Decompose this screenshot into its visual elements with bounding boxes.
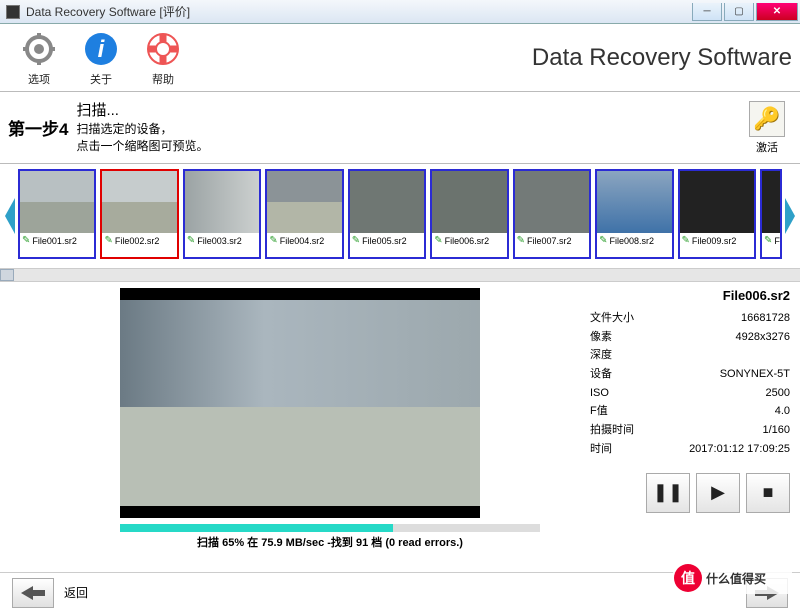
- stop-button[interactable]: ■: [746, 473, 790, 513]
- thumbnail-filename: File007.sr2: [527, 236, 572, 246]
- thumbnail-scrollbar[interactable]: [0, 268, 800, 282]
- thumbnail-image: [102, 171, 176, 233]
- window-title: Data Recovery Software [评价]: [26, 3, 190, 20]
- play-button[interactable]: ▶: [696, 473, 740, 513]
- thumbnail[interactable]: ✎F: [760, 169, 782, 259]
- metadata-value: 16681728: [741, 309, 790, 328]
- pencil-icon: ✎: [682, 235, 690, 246]
- metadata-row: 拍摄时间 1/160: [590, 421, 790, 440]
- step-label: 第一步4: [8, 115, 68, 140]
- metadata-key: F值: [590, 402, 608, 421]
- metadata-row: 文件大小 16681728: [590, 309, 790, 328]
- metadata-row: 设备 SONYNEX-5T: [590, 365, 790, 384]
- lifebuoy-icon: [143, 29, 183, 69]
- thumbnail[interactable]: ✎File002.sr2: [100, 169, 178, 259]
- thumbnail[interactable]: ✎File007.sr2: [513, 169, 591, 259]
- thumbnail[interactable]: ✎File008.sr2: [595, 169, 673, 259]
- metadata-row: 像素 4928x3276: [590, 328, 790, 347]
- thumbnail[interactable]: ✎File004.sr2: [265, 169, 343, 259]
- thumbnail-filename: File004.sr2: [280, 236, 325, 246]
- progress-text: 扫描 65% 在 75.9 MB/sec -找到 91 档 (0 read er…: [120, 534, 540, 550]
- pencil-icon: ✎: [22, 235, 30, 246]
- thumbnail[interactable]: ✎File006.sr2: [430, 169, 508, 259]
- metadata-row: F值 4.0: [590, 402, 790, 421]
- metadata-value: 4.0: [775, 402, 790, 421]
- thumbnail-filename: File005.sr2: [362, 236, 407, 246]
- thumbnail-filename: File003.sr2: [197, 236, 242, 246]
- titlebar: Data Recovery Software [评价] ─ ▢ ✕: [0, 0, 800, 24]
- key-icon: 🔑: [749, 101, 785, 137]
- gear-icon: [19, 29, 59, 69]
- step-description: 扫描... 扫描选定的设备， 点击一个缩略图可预览。: [76, 100, 208, 155]
- help-button[interactable]: 帮助: [132, 29, 194, 87]
- metadata-key: 时间: [590, 440, 612, 459]
- preview-pane: 扫描 65% 在 75.9 MB/sec -找到 91 档 (0 read er…: [0, 282, 590, 572]
- thumbnail-image: [515, 171, 589, 233]
- metadata-pane: File006.sr2 文件大小 16681728 像素 4928x3276 深度设备 S…: [590, 282, 800, 572]
- toolbar: 选项 i 关于 帮助 Data Recovery Software: [0, 24, 800, 92]
- thumbnail-filename: File001.sr2: [32, 236, 77, 246]
- scroll-left-button[interactable]: [2, 176, 18, 256]
- metadata-value: 2017:01:12 17:09:25: [689, 440, 790, 459]
- metadata-key: 拍摄时间: [590, 421, 634, 440]
- thumbnail-image: [680, 171, 754, 233]
- scrollbar-handle[interactable]: [0, 269, 14, 281]
- metadata-row: 时间 2017:01:12 17:09:25: [590, 440, 790, 459]
- activate-button[interactable]: 🔑 激活: [742, 101, 792, 155]
- back-button[interactable]: [12, 578, 54, 608]
- maximize-button[interactable]: ▢: [724, 3, 754, 21]
- thumbnail[interactable]: ✎File001.sr2: [18, 169, 96, 259]
- thumbnail-image: [432, 171, 506, 233]
- thumbnail-strip: ✎File001.sr2✎File002.sr2✎File003.sr2✎Fil…: [0, 164, 800, 268]
- metadata-value: 4928x3276: [736, 328, 790, 347]
- thumbnail-image: [350, 171, 424, 233]
- metadata-key: ISO: [590, 384, 609, 403]
- close-button[interactable]: ✕: [756, 3, 798, 21]
- pencil-icon: ✎: [434, 235, 442, 246]
- thumbnail-filename: File006.sr2: [445, 236, 490, 246]
- pencil-icon: ✎: [269, 235, 277, 246]
- about-button[interactable]: i 关于: [70, 29, 132, 87]
- pencil-icon: ✎: [187, 235, 195, 246]
- metadata-value: 2500: [766, 384, 790, 403]
- app-icon: [6, 5, 20, 19]
- thumbnail[interactable]: ✎File003.sr2: [183, 169, 261, 259]
- pencil-icon: ✎: [352, 235, 360, 246]
- options-button[interactable]: 选项: [8, 29, 70, 87]
- metadata-key: 像素: [590, 328, 612, 347]
- thumbnail[interactable]: ✎File009.sr2: [678, 169, 756, 259]
- metadata-key: 设备: [590, 365, 612, 384]
- info-icon: i: [81, 29, 121, 69]
- thumbnail-image: [267, 171, 341, 233]
- thumbnail-filename: File009.sr2: [692, 236, 737, 246]
- back-label: 返回: [64, 584, 88, 601]
- thumbnail-image: [185, 171, 259, 233]
- watermark: 什么值得买: [672, 562, 792, 594]
- preview-image: [120, 288, 480, 518]
- metadata-key: 文件大小: [590, 309, 634, 328]
- progress-bar: [120, 524, 540, 532]
- pencil-icon: ✎: [517, 235, 525, 246]
- pencil-icon: ✎: [599, 235, 607, 246]
- pencil-icon: ✎: [104, 235, 112, 246]
- scroll-right-button[interactable]: [782, 176, 798, 256]
- metadata-key: 深度: [590, 346, 612, 365]
- thumbnail-filename: File002.sr2: [115, 236, 160, 246]
- step-bar: 第一步4 扫描... 扫描选定的设备， 点击一个缩略图可预览。 🔑 激活: [0, 92, 800, 164]
- minimize-button[interactable]: ─: [692, 3, 722, 21]
- thumbnail-image: [597, 171, 671, 233]
- app-title: Data Recovery Software: [532, 44, 792, 72]
- thumbnail[interactable]: ✎File005.sr2: [348, 169, 426, 259]
- metadata-row: 深度: [590, 346, 790, 365]
- selected-filename: File006.sr2: [590, 288, 790, 303]
- metadata-row: ISO 2500: [590, 384, 790, 403]
- metadata-value: SONYNEX-5T: [720, 365, 790, 384]
- metadata-value: 1/160: [762, 421, 790, 440]
- pause-button[interactable]: ❚❚: [646, 473, 690, 513]
- thumbnail-filename: File008.sr2: [609, 236, 654, 246]
- thumbnail-image: [20, 171, 94, 233]
